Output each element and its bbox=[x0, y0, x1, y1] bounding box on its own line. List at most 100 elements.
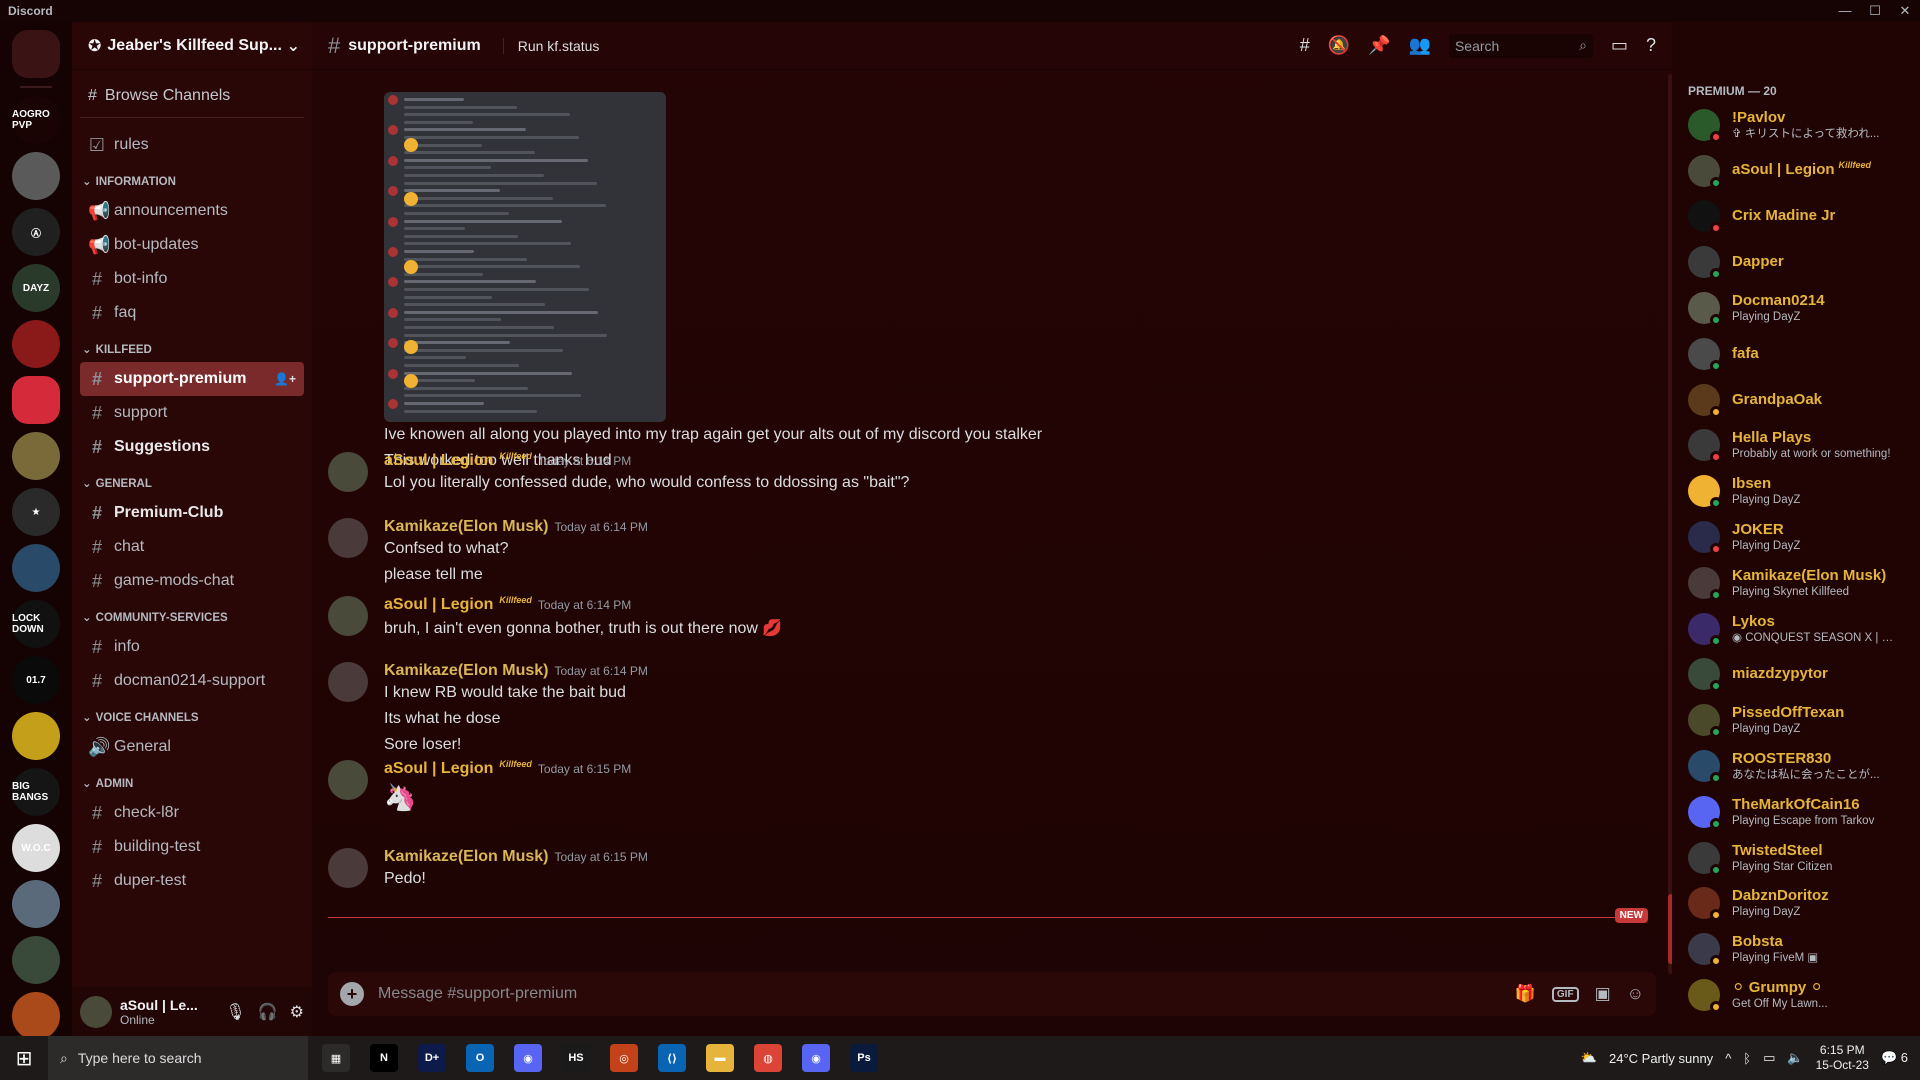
sticker-icon[interactable]: ▣ bbox=[1595, 984, 1611, 1004]
server-icon[interactable] bbox=[12, 712, 60, 760]
network-icon[interactable]: ▭ bbox=[1763, 1050, 1775, 1066]
help-icon[interactable]: ? bbox=[1646, 35, 1656, 56]
channel-faq[interactable]: # faq bbox=[80, 296, 304, 330]
taskbar-app-icon[interactable]: O bbox=[466, 1044, 494, 1072]
channel-bot-info[interactable]: # bot-info bbox=[80, 262, 304, 296]
member-item[interactable]: TheMarkOfCain16 Playing Escape from Tarko… bbox=[1688, 789, 1920, 835]
taskbar-app-icon[interactable]: ◎ bbox=[610, 1044, 638, 1072]
microphone-icon[interactable]: 🎙 bbox=[225, 1002, 245, 1022]
member-item[interactable]: aSoul | Legion Killfeed bbox=[1688, 148, 1920, 194]
close-button[interactable]: ✕ bbox=[1890, 0, 1920, 22]
channel-general[interactable]: 🔊 General bbox=[80, 730, 304, 764]
clock[interactable]: 6:15 PM 15-Oct-23 bbox=[1816, 1043, 1869, 1073]
bluetooth-icon[interactable]: ᛒ bbox=[1743, 1051, 1751, 1066]
server-icon[interactable] bbox=[12, 376, 60, 424]
channel-topic[interactable]: Run kf.status bbox=[502, 37, 599, 54]
server-icon[interactable] bbox=[12, 992, 60, 1036]
member-item[interactable]: Ibsen Playing DayZ bbox=[1688, 468, 1920, 514]
weather-text[interactable]: 24°C Partly sunny bbox=[1609, 1051, 1713, 1066]
server-icon[interactable]: ★ bbox=[12, 488, 60, 536]
member-item[interactable]: !Pavlov ✞ キリストによって救われ... bbox=[1688, 102, 1920, 148]
taskbar-app-icon[interactable]: ◉ bbox=[802, 1044, 830, 1072]
taskbar-app-icon[interactable]: D+ bbox=[418, 1044, 446, 1072]
taskbar-app-icon[interactable]: Ps bbox=[850, 1044, 878, 1072]
member-item[interactable]: miazdzypytor bbox=[1688, 652, 1920, 698]
channel-game-mods-chat[interactable]: # game-mods-chat bbox=[80, 564, 304, 598]
channel-support-premium[interactable]: # support-premium 👤+ bbox=[80, 362, 304, 396]
taskbar-app-icon[interactable]: ◍ bbox=[754, 1044, 782, 1072]
author-name[interactable]: aSoul | Legion bbox=[384, 596, 493, 614]
member-item[interactable]: TwistedSteel Playing Star Citizen bbox=[1688, 835, 1920, 881]
server-header[interactable]: ✪ Jeaber's Killfeed Sup... ⌄ bbox=[72, 22, 312, 70]
member-item[interactable]: Kamikaze(Elon Musk) Playing Skynet Killfe… bbox=[1688, 560, 1920, 606]
author-name[interactable]: aSoul | Legion bbox=[384, 452, 493, 470]
minimize-button[interactable]: — bbox=[1830, 0, 1860, 22]
server-icon[interactable]: 01.7 bbox=[12, 656, 60, 704]
members-icon[interactable]: 👥 bbox=[1409, 35, 1431, 56]
threads-icon[interactable]: # bbox=[1300, 35, 1310, 56]
taskbar-app-icon[interactable]: ◉ bbox=[514, 1044, 542, 1072]
volume-icon[interactable]: 🔈 bbox=[1787, 1050, 1803, 1066]
member-item[interactable]: Bobsta Playing FiveM ▣ bbox=[1688, 926, 1920, 972]
member-item[interactable]: Crix Madine Jr bbox=[1688, 194, 1920, 240]
member-item[interactable]: Lykos ◉ CONQUEST SEASON X | O... bbox=[1688, 606, 1920, 652]
category-header[interactable]: ⌄ COMMUNITY-SERVICES bbox=[80, 598, 304, 630]
channel-duper-test[interactable]: # duper-test bbox=[80, 864, 304, 898]
category-header[interactable]: ⌄ GENERAL bbox=[80, 464, 304, 496]
maximize-button[interactable]: ☐ bbox=[1860, 0, 1890, 22]
server-icon[interactable] bbox=[12, 936, 60, 984]
member-item[interactable]: PissedOffTexan Playing DayZ bbox=[1688, 697, 1920, 743]
server-icon[interactable] bbox=[12, 320, 60, 368]
category-header[interactable]: ⌄ KILLFEED bbox=[80, 330, 304, 362]
avatar[interactable] bbox=[328, 848, 368, 888]
gear-icon[interactable]: ⚙ bbox=[290, 1002, 304, 1022]
avatar[interactable] bbox=[328, 662, 368, 702]
avatar[interactable] bbox=[328, 518, 368, 558]
server-icon[interactable]: AOGRO PVP bbox=[12, 96, 60, 144]
avatar[interactable] bbox=[328, 760, 368, 800]
member-item[interactable]: GrandpaOak bbox=[1688, 377, 1920, 423]
notifications-icon[interactable]: 💬 6 bbox=[1881, 1050, 1908, 1066]
author-name[interactable]: Kamikaze(Elon Musk) bbox=[384, 662, 548, 680]
server-icon[interactable]: BIG BANGS bbox=[12, 768, 60, 816]
server-icon[interactable]: Ⓐ bbox=[12, 208, 60, 256]
member-item[interactable]: ROOSTER830 あなたは私に会ったことが... bbox=[1688, 743, 1920, 789]
windows-start-icon[interactable]: ⊞ bbox=[0, 1036, 48, 1080]
discord-home-icon[interactable] bbox=[12, 30, 60, 78]
invite-icon[interactable]: 👤+ bbox=[274, 372, 296, 386]
channel-premium-club[interactable]: # Premium-Club bbox=[80, 496, 304, 530]
emoji-icon[interactable]: ☺ bbox=[1627, 984, 1644, 1004]
member-item[interactable]: Docman0214 Playing DayZ bbox=[1688, 285, 1920, 331]
category-header[interactable]: ⌄ INFORMATION bbox=[80, 162, 304, 194]
channel-bot-updates[interactable]: 📢 bot-updates bbox=[80, 228, 304, 262]
pin-icon[interactable]: 📌 bbox=[1368, 35, 1390, 56]
server-icon[interactable]: DAYZ bbox=[12, 264, 60, 312]
gift-icon[interactable]: 🎁 bbox=[1515, 984, 1536, 1004]
attach-plus-icon[interactable]: + bbox=[340, 982, 364, 1006]
channel-check-l8r[interactable]: # check-l8r bbox=[80, 796, 304, 830]
member-item[interactable]: JOKER Playing DayZ bbox=[1688, 514, 1920, 560]
channel-suggestions[interactable]: # Suggestions bbox=[80, 430, 304, 464]
taskbar-app-icon[interactable]: N bbox=[370, 1044, 398, 1072]
server-icon[interactable] bbox=[12, 152, 60, 200]
message-input[interactable] bbox=[378, 985, 1501, 1003]
browse-channels[interactable]: # Browse Channels bbox=[80, 78, 304, 118]
avatar[interactable] bbox=[80, 996, 112, 1028]
channel-announcements[interactable]: 📢 announcements bbox=[80, 194, 304, 228]
headphones-icon[interactable]: 🎧 bbox=[258, 1002, 278, 1022]
tray-chevron-icon[interactable]: ^ bbox=[1725, 1051, 1731, 1066]
channel-chat[interactable]: # chat bbox=[80, 530, 304, 564]
member-item[interactable]: DabznDoritoz Playing DayZ bbox=[1688, 881, 1920, 927]
image-attachment[interactable] bbox=[384, 92, 666, 422]
member-item[interactable]: ⚪ Grumpy ⚪ Get Off My Lawn... bbox=[1688, 972, 1920, 1018]
channel-support[interactable]: # support bbox=[80, 396, 304, 430]
inbox-icon[interactable]: ▭ bbox=[1611, 35, 1628, 56]
channel-rules[interactable]: ☑ rules bbox=[80, 128, 304, 162]
member-item[interactable]: fafa bbox=[1688, 331, 1920, 377]
server-icon[interactable] bbox=[12, 544, 60, 592]
taskbar-app-icon[interactable]: HS bbox=[562, 1044, 590, 1072]
server-icon[interactable]: W.O.C bbox=[12, 824, 60, 872]
server-icon[interactable] bbox=[12, 880, 60, 928]
mute-bell-icon[interactable]: 🔕 bbox=[1328, 35, 1350, 56]
search-input[interactable]: Search ⌕ bbox=[1448, 33, 1593, 58]
